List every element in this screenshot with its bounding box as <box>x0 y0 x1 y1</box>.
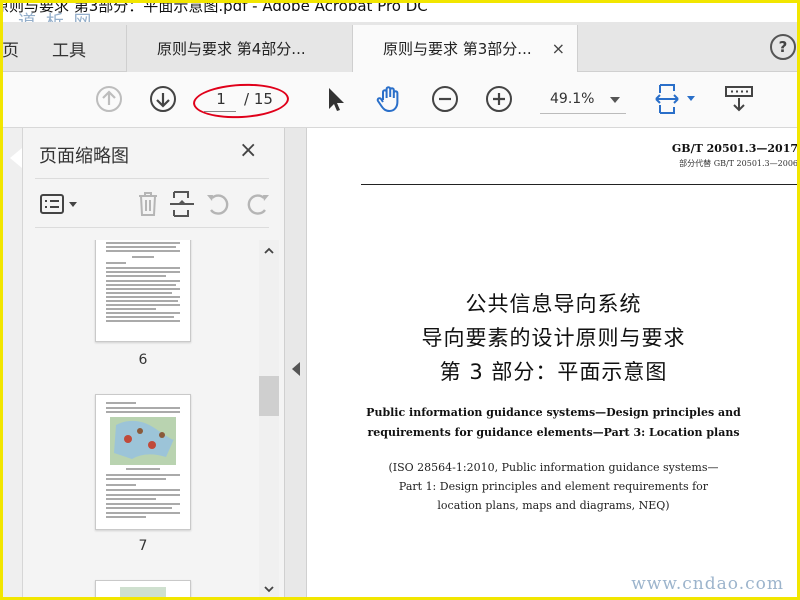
zoom-in-button[interactable] <box>482 82 516 116</box>
select-tool-button[interactable] <box>318 82 352 116</box>
chinese-title-line: 公共信息导向系统 <box>465 292 642 316</box>
page-thumbnail-8[interactable] <box>95 580 191 600</box>
zoom-dropdown[interactable]: 49.1% <box>540 86 626 114</box>
chevron-down-icon <box>264 586 274 593</box>
scrollbar-thumb[interactable] <box>259 376 279 416</box>
arrow-down-circle-icon <box>150 86 176 112</box>
page-preview <box>120 587 166 597</box>
rotate-clockwise-button[interactable] <box>243 189 273 219</box>
iso-reference-line: Part 1: Design principles and element re… <box>398 480 709 493</box>
iso-reference-line: (ISO 28564-1:2010, Public information gu… <box>388 461 719 474</box>
english-title-line: Public information guidance systems—Desi… <box>366 406 741 419</box>
fit-width-icon <box>655 84 695 114</box>
header-rule <box>361 184 800 185</box>
plus-circle-icon <box>486 86 512 112</box>
zoom-value: 49.1% <box>550 91 595 107</box>
thumbnail-page-number: 6 <box>138 352 148 368</box>
iso-reference-line: location plans, maps and diagrams, NEQ) <box>437 499 670 512</box>
hand-tool-button[interactable] <box>372 82 406 116</box>
insert-page-icon <box>170 191 194 217</box>
tools-tab[interactable]: 工具 <box>52 36 86 61</box>
document-viewport: GB/T 20501.3—2017 部分代替 GB/T 20501.3—2006… <box>307 128 800 600</box>
standard-number: GB/T 20501.3—2017 <box>671 142 798 155</box>
previous-page-button[interactable] <box>92 82 126 116</box>
replaces-standard: 部分代替 GB/T 20501.3—2006 <box>679 159 798 168</box>
tab-bar: 页 工具 原则与要求 第4部分... 原则与要求 第3部分... × ? <box>0 22 800 72</box>
arrow-up-circle-icon <box>96 86 122 112</box>
cursor-arrow-icon <box>329 88 344 111</box>
thumbnail-list: 6 7 <box>23 240 259 600</box>
chevron-up-icon <box>264 247 274 254</box>
document-tab-label: 原则与要求 第4部分... <box>157 40 306 58</box>
watermark-bottom-right: www.cndao.com <box>631 574 784 594</box>
page-thumbnail-6[interactable] <box>95 240 191 342</box>
chinese-title-line: 第 3 部分：平面示意图 <box>439 360 668 384</box>
collapse-panel-icon[interactable] <box>292 362 300 376</box>
read-mode-button[interactable] <box>722 82 756 116</box>
next-page-button[interactable] <box>146 82 180 116</box>
document-tab-part4[interactable]: 原则与要求 第4部分... <box>126 25 352 72</box>
close-panel-button[interactable]: × <box>239 138 257 163</box>
title-bar: 原则与要求 第3部分：平面示意图.pdf - Adobe Acrobat Pro… <box>0 0 800 22</box>
delete-pages-button[interactable] <box>133 189 163 219</box>
fit-page-button[interactable] <box>652 82 700 116</box>
help-icon[interactable]: ? <box>770 34 796 60</box>
hand-icon <box>376 86 399 112</box>
chinese-title-line: 导向要素的设计原则与要求 <box>421 326 686 350</box>
list-options-icon <box>40 194 77 214</box>
thumbnail-toolbar <box>35 178 269 228</box>
english-title-line: requirements for guidance elements—Part … <box>367 426 740 439</box>
keyboard-down-icon <box>725 86 753 112</box>
page-thumbnails-panel: 页面缩略图 × 6 7 <box>23 128 285 600</box>
panel-pointer <box>10 148 22 168</box>
page-map-preview <box>106 402 180 518</box>
panel-title: 页面缩略图 <box>39 146 129 167</box>
zoom-out-button[interactable] <box>428 82 462 116</box>
thumbnail-page-number: 7 <box>138 538 148 554</box>
chevron-down-icon <box>610 97 620 103</box>
watermark-top-left: 道 析 网 <box>18 8 93 22</box>
trash-icon <box>139 192 157 216</box>
page-thumbnail-7[interactable] <box>95 394 191 530</box>
options-menu-button[interactable] <box>37 189 83 219</box>
rotate-right-icon <box>247 194 269 215</box>
close-tab-button[interactable]: × <box>552 39 565 58</box>
home-tab[interactable]: 页 <box>2 36 19 61</box>
rotate-counterclockwise-button[interactable] <box>203 189 233 219</box>
left-navigation-rail <box>0 128 23 600</box>
thumbnail-scrollbar[interactable] <box>259 240 279 600</box>
document-tab-part3[interactable]: 原则与要求 第3部分... × <box>352 25 578 72</box>
main-toolbar: / 15 49.1% <box>0 72 800 128</box>
document-tab-label: 原则与要求 第3部分... <box>383 40 532 58</box>
minus-circle-icon <box>432 86 458 112</box>
insert-pages-button[interactable] <box>167 189 197 219</box>
panel-splitter[interactable] <box>285 128 307 600</box>
rotate-left-icon <box>207 194 229 215</box>
page-text-preview <box>106 242 180 322</box>
